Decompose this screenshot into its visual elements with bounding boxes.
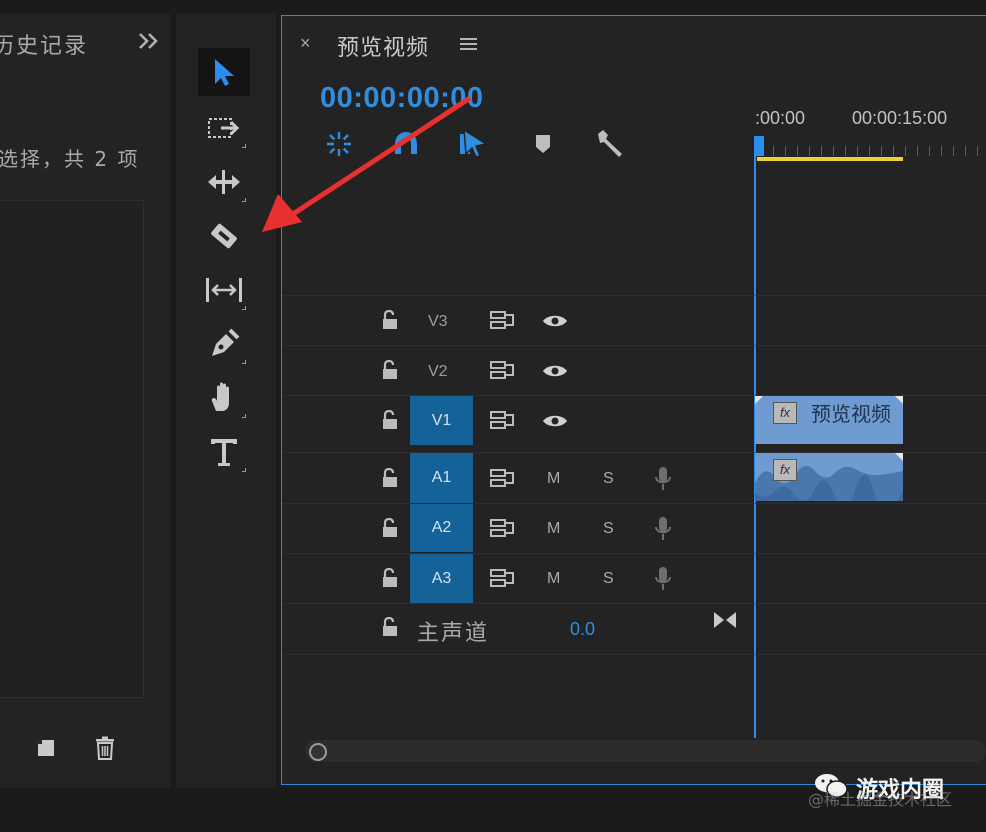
track-select-tool[interactable] [198,104,250,152]
track-row-v2 [283,345,753,396]
timeline-scrollbar[interactable] [305,740,986,762]
track-row-v1 [283,395,753,446]
lane-v3[interactable] [755,295,986,346]
razor-icon [207,219,241,253]
eye-icon[interactable] [542,313,568,334]
sync-lock-icon[interactable] [489,410,515,435]
mute-button-a1[interactable]: M [547,470,560,488]
track-target-a3[interactable]: A3 [410,554,473,603]
history-list[interactable] [0,200,144,698]
sync-lock-icon[interactable] [489,310,515,335]
pen-tool[interactable] [198,320,250,368]
scrollbar-handle[interactable] [309,743,327,761]
slip-tool[interactable] [198,266,250,314]
sync-lock-icon[interactable] [489,568,515,593]
video-clip[interactable]: fx 预览视频 [755,396,903,444]
selection-tool[interactable] [198,48,250,96]
clip-corner [895,453,903,461]
ruler-label-start: :00:00 [755,108,806,128]
lane-master[interactable] [755,603,986,655]
work-area-bar[interactable] [757,157,903,161]
lane-a2[interactable] [755,503,986,554]
trash-icon[interactable] [94,736,116,765]
microphone-icon[interactable] [654,566,672,597]
sync-lock-icon[interactable] [489,468,515,493]
lock-icon[interactable] [381,616,399,642]
type-tool[interactable] [198,428,250,476]
track-label-v3[interactable]: V3 [428,313,448,331]
hamburger-menu-icon[interactable] [460,37,478,56]
close-tab-button[interactable]: × [300,33,311,54]
lane-a3[interactable] [755,553,986,604]
history-panel-title: 历史记录 [0,34,89,59]
lock-icon[interactable] [381,409,399,435]
eye-icon[interactable] [542,363,568,384]
sync-lock-icon[interactable] [489,360,515,385]
track-select-icon [207,115,241,141]
ruler-label-15s: 00:00:15:00 [852,108,948,128]
track-label-v2[interactable]: V2 [428,363,448,381]
slip-icon [204,276,244,304]
clip-corner [755,396,763,404]
fx-badge: fx [773,402,797,424]
lock-icon[interactable] [381,359,399,385]
timeline-tab-title[interactable]: 预览视频 [337,30,429,62]
annotation-arrow [262,95,472,232]
wrench-icon[interactable] [594,128,626,165]
lock-icon[interactable] [381,309,399,335]
watermark-sub: @稀土掘金技术社区 [808,790,953,809]
eye-icon[interactable] [542,413,568,434]
lock-icon[interactable] [381,567,399,593]
microphone-icon[interactable] [654,516,672,547]
solo-button-a1[interactable]: S [603,470,614,488]
ripple-edit-tool[interactable] [198,158,250,206]
track-target-a2[interactable]: A2 [410,504,473,552]
mute-button-a2[interactable]: M [547,520,560,538]
time-ruler[interactable] [755,142,986,158]
sync-lock-icon[interactable] [489,518,515,543]
track-row-a1 [283,452,753,503]
double-chevron-right-icon[interactable] [138,32,160,55]
razor-tool[interactable] [198,212,250,260]
new-item-icon[interactable] [36,738,56,763]
solo-button-a2[interactable]: S [603,520,614,538]
clip-corner [895,396,903,404]
track-row-a2 [283,503,753,554]
audio-clip[interactable]: fx [755,453,903,501]
playhead-handle[interactable] [754,136,764,156]
master-track-label: 主声道 [417,621,490,646]
pen-icon [208,328,240,360]
track-target-a1[interactable]: A1 [410,453,473,503]
lane-v2[interactable] [755,345,986,396]
fx-badge: fx [773,459,797,481]
arrow-icon [211,57,237,87]
type-icon [209,436,239,468]
track-row-a3 [283,553,753,604]
master-volume-value[interactable]: 0.0 [570,619,595,640]
track-target-v1[interactable]: V1 [410,396,473,445]
marker-icon[interactable] [535,134,551,159]
solo-button-a3[interactable]: S [603,570,614,588]
history-status: 选择，共 2 项 [0,147,140,171]
ripple-edit-icon [205,168,243,196]
video-clip-name: 预览视频 [811,402,891,426]
hand-icon [208,381,240,415]
mute-button-a3[interactable]: M [547,570,560,588]
track-row-master [283,603,753,655]
go-to-in-out-icon[interactable] [713,611,737,634]
hand-tool[interactable] [198,374,250,422]
lock-icon[interactable] [381,517,399,543]
microphone-icon[interactable] [654,466,672,497]
track-row-v3 [283,295,753,346]
lock-icon[interactable] [381,467,399,493]
